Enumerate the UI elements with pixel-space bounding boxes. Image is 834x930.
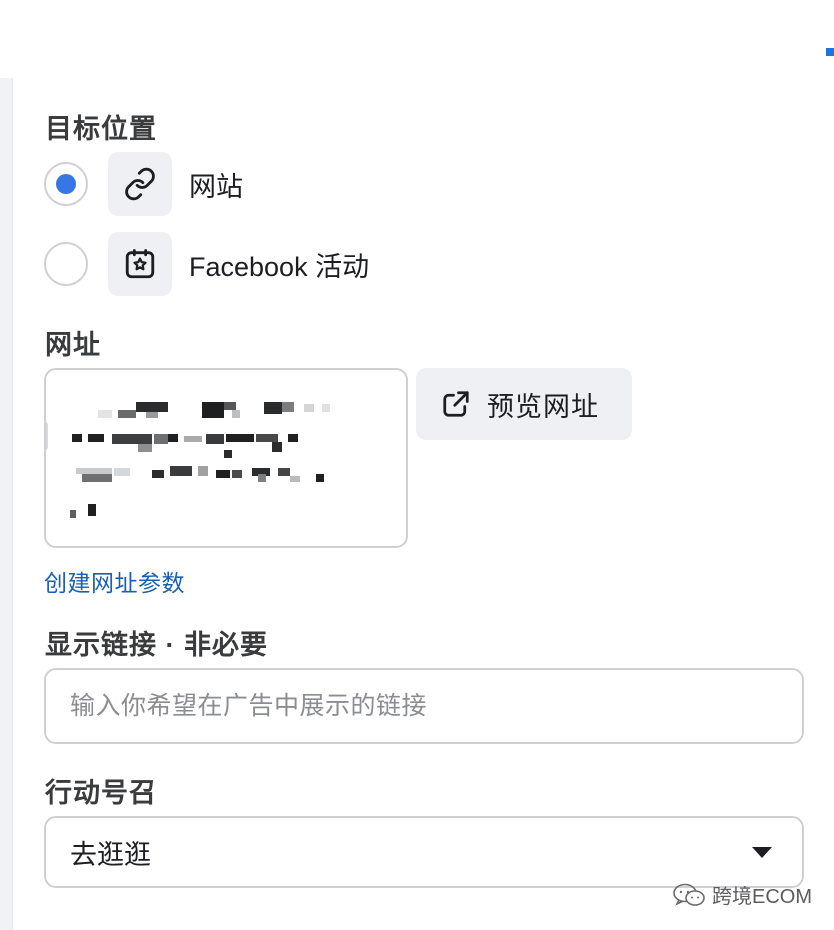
watermark-text: 跨境ECOM (712, 886, 812, 908)
event-star-icon (125, 249, 155, 279)
display-link-input[interactable] (44, 668, 804, 744)
preview-url-button[interactable]: 预览网址 (416, 368, 632, 440)
url-field[interactable] (44, 368, 408, 548)
watermark: 跨境ECOM (672, 880, 812, 909)
top-accent-marker (826, 48, 834, 56)
destination-option-facebook-event[interactable]: Facebook 活动 (44, 232, 464, 296)
display-link-title: 显示链接 · 非必要 (45, 630, 268, 660)
cta-title: 行动号召 (45, 778, 157, 808)
website-icon-tile (108, 152, 172, 216)
destination-title: 目标位置 (45, 114, 157, 144)
create-url-params-link[interactable]: 创建网址参数 (44, 564, 185, 598)
facebook-event-icon-tile (108, 232, 172, 296)
caret-down-icon (752, 846, 772, 858)
website-label: 网站 (189, 171, 243, 202)
external-link-icon (443, 391, 469, 417)
ad-destination-panel: 目标位置 网站 Facebook 活动 网址 预览网址 创建网址参数 显示链接 … (0, 0, 834, 930)
facebook-event-label: Facebook 活动 (189, 251, 370, 282)
preview-url-label: 预览网址 (487, 391, 599, 422)
wechat-icon (673, 883, 705, 906)
link-icon (125, 167, 155, 201)
left-rail (0, 78, 13, 930)
url-title: 网址 (45, 330, 101, 360)
cta-select[interactable]: 去逛逛 (44, 816, 804, 888)
cta-selected-value: 去逛逛 (70, 839, 151, 870)
destination-option-website[interactable]: 网站 (44, 152, 464, 216)
website-radio[interactable] (44, 162, 88, 206)
facebook-event-radio[interactable] (44, 242, 88, 286)
